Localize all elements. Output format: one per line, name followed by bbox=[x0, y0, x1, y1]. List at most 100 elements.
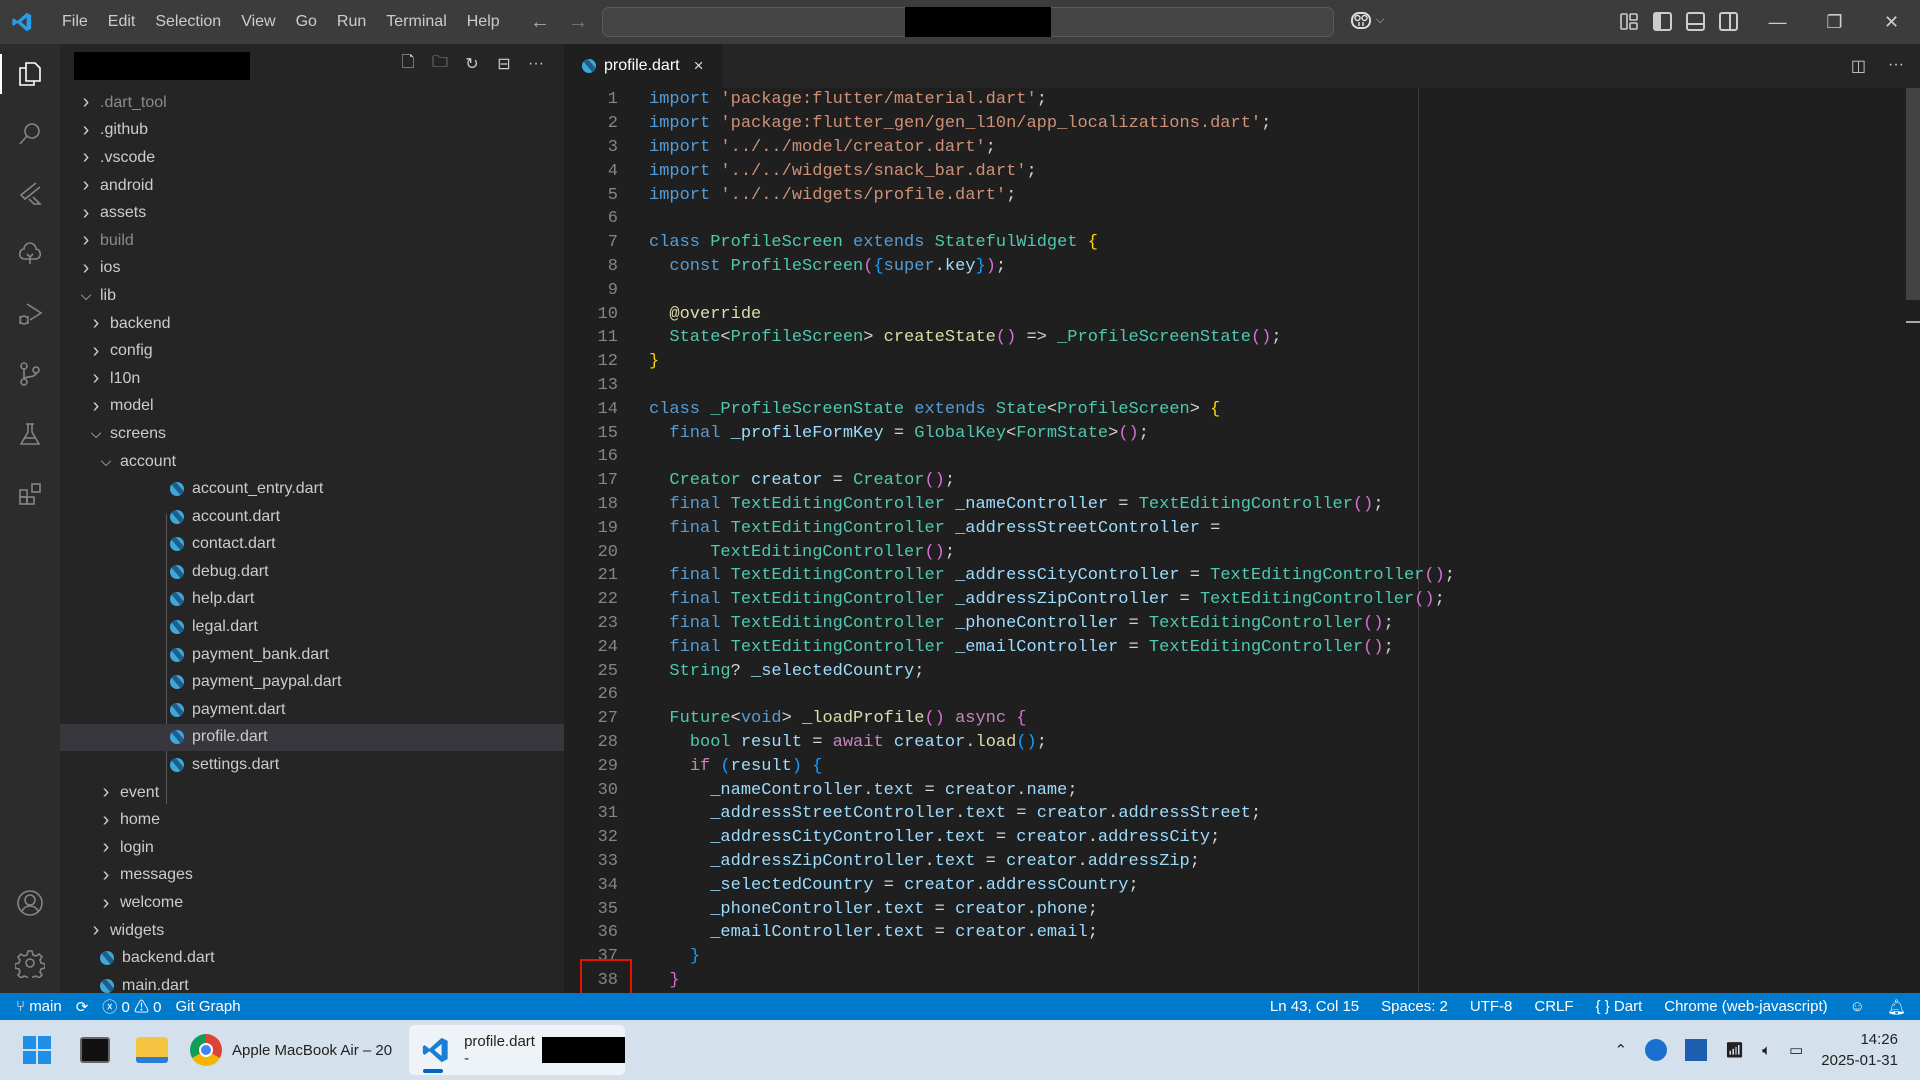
tree-file[interactable]: payment.dart bbox=[60, 696, 564, 724]
tree-file[interactable]: settings.dart bbox=[60, 751, 564, 779]
toggle-secondary-sidebar-icon[interactable] bbox=[1719, 12, 1738, 31]
tree-folder[interactable]: › backend bbox=[60, 310, 564, 338]
file-explorer-app[interactable] bbox=[136, 1024, 168, 1076]
tree-folder[interactable]: › event bbox=[60, 779, 564, 807]
gear-icon[interactable] bbox=[0, 933, 60, 993]
explorer-icon[interactable] bbox=[0, 44, 60, 104]
tree-icon[interactable] bbox=[0, 224, 60, 284]
menu-file[interactable]: File bbox=[52, 13, 98, 31]
onedrive-icon[interactable] bbox=[1645, 1039, 1668, 1061]
copilot-status-icon[interactable]: ☺ bbox=[1850, 998, 1865, 1015]
tree-folder[interactable]: › config bbox=[60, 337, 564, 365]
menu-edit[interactable]: Edit bbox=[98, 13, 146, 31]
arrow-left-icon[interactable]: ← bbox=[530, 11, 550, 34]
tree-folder[interactable]: › build bbox=[60, 227, 564, 255]
toggle-primary-sidebar-icon[interactable] bbox=[1653, 12, 1672, 31]
refresh-icon[interactable]: ↻ bbox=[462, 54, 482, 74]
tree-file[interactable]: contact.dart bbox=[60, 531, 564, 559]
code-editor[interactable]: 1 import 'package:flutter/material.dart';… bbox=[564, 88, 1920, 993]
menu-selection[interactable]: Selection bbox=[145, 13, 231, 31]
search-icon[interactable] bbox=[0, 104, 60, 164]
new-file-icon[interactable]: 🗋 bbox=[398, 54, 418, 74]
tree-folder[interactable]: › messages bbox=[60, 862, 564, 890]
menu-run[interactable]: Run bbox=[327, 13, 376, 31]
tree-file[interactable]: account_entry.dart bbox=[60, 475, 564, 503]
start-button[interactable] bbox=[22, 1024, 52, 1076]
arrow-right-icon[interactable]: → bbox=[568, 11, 588, 34]
accounts-icon[interactable] bbox=[0, 873, 60, 933]
toggle-panel-icon[interactable] bbox=[1686, 12, 1705, 31]
vscode-app[interactable]: profile.dart - bbox=[408, 1024, 626, 1076]
git-graph-button[interactable]: Git Graph bbox=[176, 998, 241, 1015]
more-actions-icon[interactable]: ··· bbox=[1888, 56, 1904, 76]
encoding[interactable]: UTF-8 bbox=[1470, 998, 1513, 1015]
tree-folder[interactable]: › .github bbox=[60, 117, 564, 145]
battery-icon[interactable]: ▭ bbox=[1789, 1041, 1803, 1059]
copilot-button[interactable]: ⌵ bbox=[1350, 10, 1384, 30]
tree-folder[interactable]: ⌵ lib bbox=[60, 282, 564, 310]
tree-folder[interactable]: › welcome bbox=[60, 889, 564, 917]
resource-monitor-icon[interactable] bbox=[1685, 1039, 1708, 1061]
tree-folder[interactable]: › widgets bbox=[60, 917, 564, 945]
tree-folder[interactable]: ⌵ account bbox=[60, 448, 564, 476]
tree-file[interactable]: payment_bank.dart bbox=[60, 641, 564, 669]
tree-file[interactable]: legal.dart bbox=[60, 613, 564, 641]
testing-icon[interactable] bbox=[0, 404, 60, 464]
tree-file[interactable]: debug.dart bbox=[60, 558, 564, 586]
command-center-search[interactable] bbox=[602, 7, 1334, 37]
wifi-icon[interactable]: 📶︎ bbox=[1725, 1041, 1744, 1059]
tab-profile-dart[interactable]: profile.dart × bbox=[564, 44, 722, 88]
close-window-icon[interactable]: ✕ bbox=[1863, 0, 1920, 44]
restore-icon[interactable]: ❐ bbox=[1806, 0, 1863, 44]
line-ending[interactable]: CRLF bbox=[1534, 998, 1573, 1015]
tree-folder[interactable]: › model bbox=[60, 393, 564, 421]
menu-terminal[interactable]: Terminal bbox=[376, 13, 456, 31]
debug-target[interactable]: Chrome (web-javascript) bbox=[1664, 998, 1827, 1015]
editor-scrollbar[interactable] bbox=[1906, 88, 1920, 993]
collapse-all-icon[interactable]: ⊟ bbox=[494, 54, 514, 74]
code-token: _emailController bbox=[710, 923, 874, 943]
show-hidden-icons-icon[interactable]: ⌃ bbox=[1614, 1041, 1627, 1059]
split-editor-icon[interactable]: ◫ bbox=[1851, 56, 1866, 76]
tree-file[interactable]: profile.dart bbox=[60, 723, 564, 752]
language-mode[interactable]: { } Dart bbox=[1596, 998, 1643, 1015]
menu-go[interactable]: Go bbox=[286, 13, 327, 31]
code-token: } bbox=[649, 352, 660, 372]
close-tab-icon[interactable]: × bbox=[694, 56, 704, 76]
volume-icon[interactable]: 🔈︎ bbox=[1762, 1042, 1771, 1059]
sync-icon[interactable]: ⟳ bbox=[76, 998, 89, 1016]
clock[interactable]: 14:26 2025-01-31 bbox=[1821, 1029, 1898, 1071]
tree-file[interactable]: account.dart bbox=[60, 503, 564, 531]
notifications-bell-icon[interactable]: 🔔︎ bbox=[1887, 998, 1906, 1016]
new-folder-icon[interactable]: 🗀 bbox=[430, 54, 450, 74]
cursor-position[interactable]: Ln 43, Col 15 bbox=[1270, 998, 1359, 1015]
tree-folder[interactable]: › l10n bbox=[60, 365, 564, 393]
tree-file[interactable]: help.dart bbox=[60, 586, 564, 614]
tree-folder[interactable]: › .vscode bbox=[60, 144, 564, 172]
flutter-icon[interactable] bbox=[0, 164, 60, 224]
branch-status[interactable]: ⑂ main bbox=[16, 998, 62, 1015]
tree-folder[interactable]: › assets bbox=[60, 199, 564, 227]
menu-help[interactable]: Help bbox=[457, 13, 510, 31]
tree-folder[interactable]: ⌵ screens bbox=[60, 420, 564, 448]
tree-folder[interactable]: › login bbox=[60, 834, 564, 862]
more-actions-icon[interactable]: ··· bbox=[526, 54, 546, 74]
minimize-icon[interactable]: — bbox=[1749, 0, 1806, 44]
scrollbar-thumb[interactable] bbox=[1906, 88, 1920, 300]
terminal-app[interactable] bbox=[80, 1024, 110, 1076]
tree-folder[interactable]: › android bbox=[60, 172, 564, 200]
extensions-icon[interactable] bbox=[0, 464, 60, 524]
tree-folder[interactable]: › .dart_tool bbox=[60, 89, 564, 117]
tree-file[interactable]: payment_paypal.dart bbox=[60, 668, 564, 696]
chrome-app[interactable]: Apple MacBook Air – 20 bbox=[190, 1024, 392, 1076]
menu-view[interactable]: View bbox=[231, 13, 285, 31]
customize-layout-icon[interactable] bbox=[1620, 12, 1639, 31]
tree-folder[interactable]: › home bbox=[60, 806, 564, 834]
tree-file[interactable]: backend.dart bbox=[60, 944, 564, 972]
source-control-icon[interactable] bbox=[0, 344, 60, 404]
indentation[interactable]: Spaces: 2 bbox=[1381, 998, 1448, 1015]
problems-status[interactable]: ⓧ 0 ⚠ 0 bbox=[102, 996, 161, 1017]
run-debug-icon[interactable] bbox=[0, 284, 60, 344]
tree-folder[interactable]: › ios bbox=[60, 255, 564, 283]
